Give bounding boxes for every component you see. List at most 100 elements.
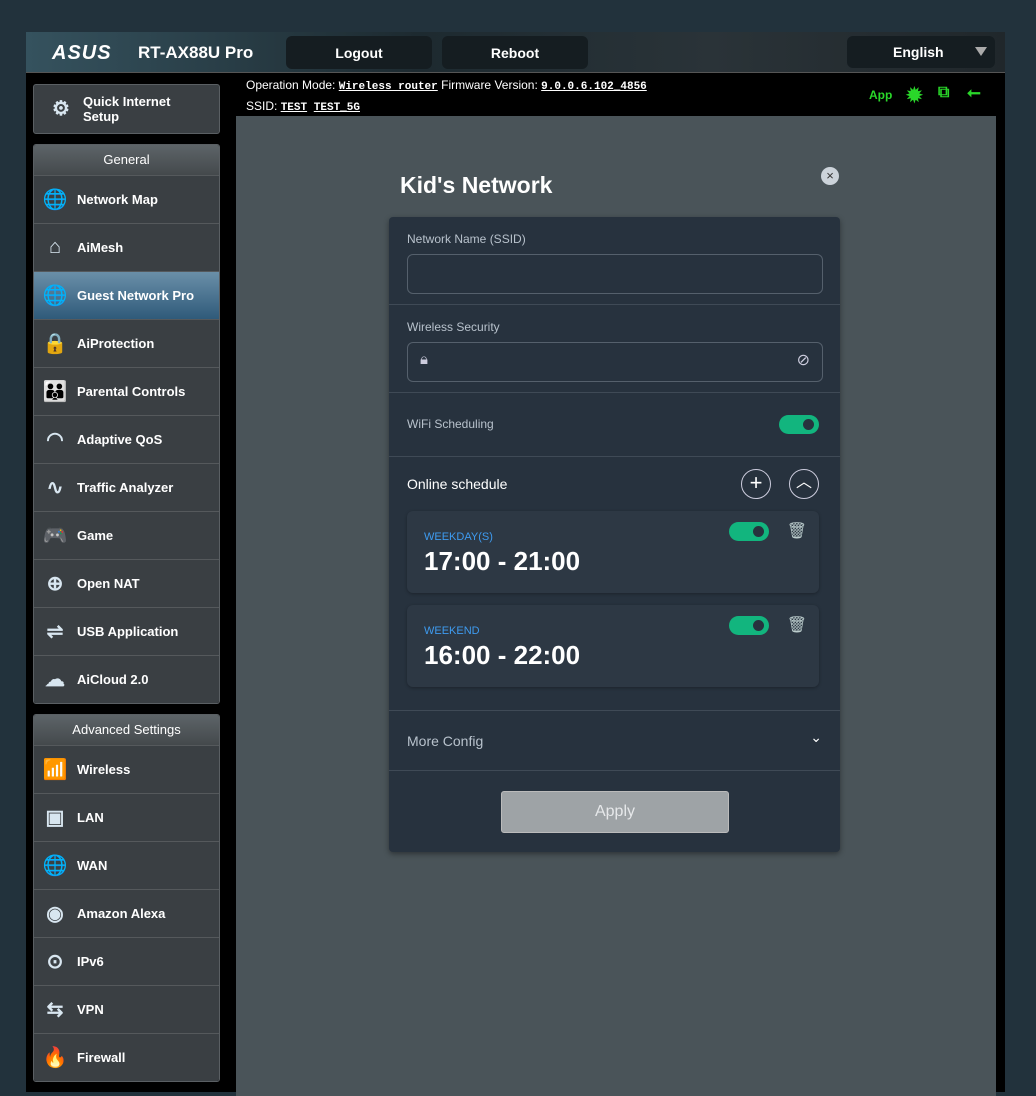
apply-button[interactable]: Apply [501, 791, 729, 833]
wizard-icon: ⚙ [52, 97, 70, 120]
close-icon[interactable]: × [821, 167, 839, 185]
collapse-button[interactable]: ︿ [789, 469, 819, 499]
sidebar-item-label: AiCloud 2.0 [77, 672, 149, 687]
menu-icon: ⊕ [46, 573, 64, 595]
sidebar-item-label: Firewall [77, 1050, 126, 1065]
sidebar-item-label: AiProtection [77, 336, 155, 351]
sidebar-item-label: IPv6 [77, 954, 104, 969]
op-mode-link[interactable]: Wireless router [339, 81, 438, 93]
more-config-label: More Config [407, 733, 484, 749]
schedule-days: WEEKDAY(S) [424, 531, 493, 543]
usb-icon[interactable]: ⭠ [967, 83, 981, 103]
security-section: Wireless Security 🔒︎ ⊘ [389, 305, 840, 393]
sidebar-item-label: LAN [77, 810, 104, 825]
sidebar-item-guest-network-pro[interactable]: 🌐 Guest Network Pro [34, 271, 219, 319]
logout-button[interactable]: Logout [286, 36, 432, 69]
sidebar-item-label: VPN [77, 1002, 104, 1017]
chevron-down-icon [975, 47, 987, 56]
eye-off-icon[interactable]: ⊘ [797, 350, 810, 370]
menu-icon: 🌐 [42, 189, 68, 211]
menu-icon: 🎮 [42, 525, 68, 547]
asus-logo: ASUS [52, 42, 112, 64]
sidebar-item-firewall[interactable]: 🔥 Firewall [34, 1033, 219, 1081]
scheduling-label: WiFi Scheduling [407, 417, 494, 431]
fw-label: Firmware Version: [441, 78, 538, 92]
schedule-section: Online schedule + ︿ WEEKDAY(S) 17:00 - 2… [389, 457, 840, 711]
general-heading: General [34, 145, 219, 175]
menu-icon: 🔒 [42, 333, 68, 355]
sidebar-item-usb-application[interactable]: ⇌ USB Application [34, 607, 219, 655]
sidebar-item-label: Wireless [77, 762, 131, 777]
schedule-days: WEEKEND [424, 625, 480, 637]
security-label: Wireless Security [407, 320, 500, 334]
quick-label: Quick Internet Setup [83, 94, 171, 124]
sidebar-item-wan[interactable]: 🌐 WAN [34, 841, 219, 889]
schedule-card: WEEKEND 16:00 - 22:00 🗑︎ [407, 605, 819, 687]
sidebar-item-network-map[interactable]: 🌐 Network Map [34, 175, 219, 223]
menu-icon: ⊙ [46, 951, 64, 973]
app-link[interactable]: App [869, 88, 892, 102]
more-config-row[interactable]: More Config ⌄ [389, 711, 840, 771]
fw-link[interactable]: 9.0.0.6.102_4856 [541, 81, 647, 93]
schedule-label: Online schedule [407, 476, 508, 492]
sidebar-item-ipv6[interactable]: ⊙ IPv6 [34, 937, 219, 985]
sidebar-item-open-nat[interactable]: ⊕ Open NAT [34, 559, 219, 607]
sidebar-item-label: Adaptive QoS [77, 432, 163, 447]
menu-icon: ∿ [46, 477, 64, 499]
menu-icon: 👪 [42, 381, 68, 403]
sidebar-item-parental-controls[interactable]: 👪 Parental Controls [34, 367, 219, 415]
sidebar-item-aiprotection[interactable]: 🔒 AiProtection [34, 319, 219, 367]
sidebar-item-aimesh[interactable]: ⌂ AiMesh [34, 223, 219, 271]
sidebar-item-traffic-analyzer[interactable]: ∿ Traffic Analyzer [34, 463, 219, 511]
advanced-group: Advanced Settings 📶 Wireless ▣ LAN 🌐 WAN ◉ Amaz… [33, 714, 220, 1082]
trash-icon[interactable]: 🗑︎ [787, 615, 807, 635]
menu-icon: ⇆ [46, 999, 64, 1021]
sidebar-item-label: WAN [77, 858, 108, 873]
menu-icon: 🌐 [42, 285, 68, 307]
schedule-time: 17:00 - 21:00 [424, 546, 581, 576]
ssid-input[interactable] [407, 254, 823, 294]
ssid-link-24[interactable]: TEST [281, 102, 307, 114]
sidebar: ⚙ Quick Internet Setup General 🌐 Network M… [33, 84, 220, 1082]
sidebar-item-amazon-alexa[interactable]: ◉ Amazon Alexa [34, 889, 219, 937]
sidebar-item-adaptive-qos[interactable]: ◠ Adaptive QoS [34, 415, 219, 463]
sidebar-item-label: Network Map [77, 192, 158, 207]
schedule-toggle[interactable] [729, 522, 769, 541]
modal-title: Kid's Network [400, 172, 553, 198]
add-schedule-button[interactable]: + [741, 469, 771, 499]
quick-internet-setup[interactable]: ⚙ Quick Internet Setup [33, 84, 220, 134]
sidebar-item-wireless[interactable]: 📶 Wireless [34, 745, 219, 793]
ssid-section: Network Name (SSID) [389, 217, 840, 305]
sidebar-item-game[interactable]: 🎮 Game [34, 511, 219, 559]
reboot-button[interactable]: Reboot [442, 36, 588, 69]
menu-icon: ⌂ [48, 236, 62, 258]
security-input[interactable]: 🔒︎ ⊘ [407, 342, 823, 382]
ssid-link-5g[interactable]: TEST_5G [314, 102, 360, 114]
guest-network-modal: Kid's Network × Network Name (SSID) Wire… [389, 160, 840, 852]
menu-icon: ▣ [45, 807, 65, 829]
schedule-toggle[interactable] [729, 616, 769, 635]
scheduling-toggle[interactable] [779, 415, 819, 434]
menu-icon: ⇌ [46, 621, 64, 643]
language-select[interactable]: English [847, 36, 995, 68]
menu-icon: ☁ [45, 669, 65, 691]
sidebar-item-label: USB Application [77, 624, 179, 639]
header: ASUS RT-AX88U Pro Logout Reboot English [26, 32, 1005, 73]
ssid-label: Network Name (SSID) [407, 232, 526, 246]
lock-icon: 🔒︎ [420, 351, 428, 368]
router-frame: ASUS RT-AX88U Pro Logout Reboot English … [26, 32, 1005, 1096]
sidebar-item-aicloud-2-0[interactable]: ☁ AiCloud 2.0 [34, 655, 219, 703]
sidebar-item-lan[interactable]: ▣ LAN [34, 793, 219, 841]
status-info: Operation Mode: Wireless router Firmware… [246, 76, 647, 118]
menu-icon: ◉ [46, 903, 64, 925]
sidebar-item-label: Amazon Alexa [77, 906, 166, 921]
ssid-label: SSID: [246, 99, 278, 113]
network-client-icon[interactable]: ⧉ [938, 84, 949, 102]
sidebar-item-vpn[interactable]: ⇆ VPN [34, 985, 219, 1033]
menu-icon: 🌐 [42, 855, 68, 877]
trash-icon[interactable]: 🗑︎ [787, 521, 807, 541]
language-label: English [893, 44, 944, 60]
gear-icon[interactable]: ✹ [906, 83, 923, 108]
general-group: General 🌐 Network Map ⌂ AiMesh 🌐 Guest Networ… [33, 144, 220, 704]
schedule-card: WEEKDAY(S) 17:00 - 21:00 🗑︎ [407, 511, 819, 593]
